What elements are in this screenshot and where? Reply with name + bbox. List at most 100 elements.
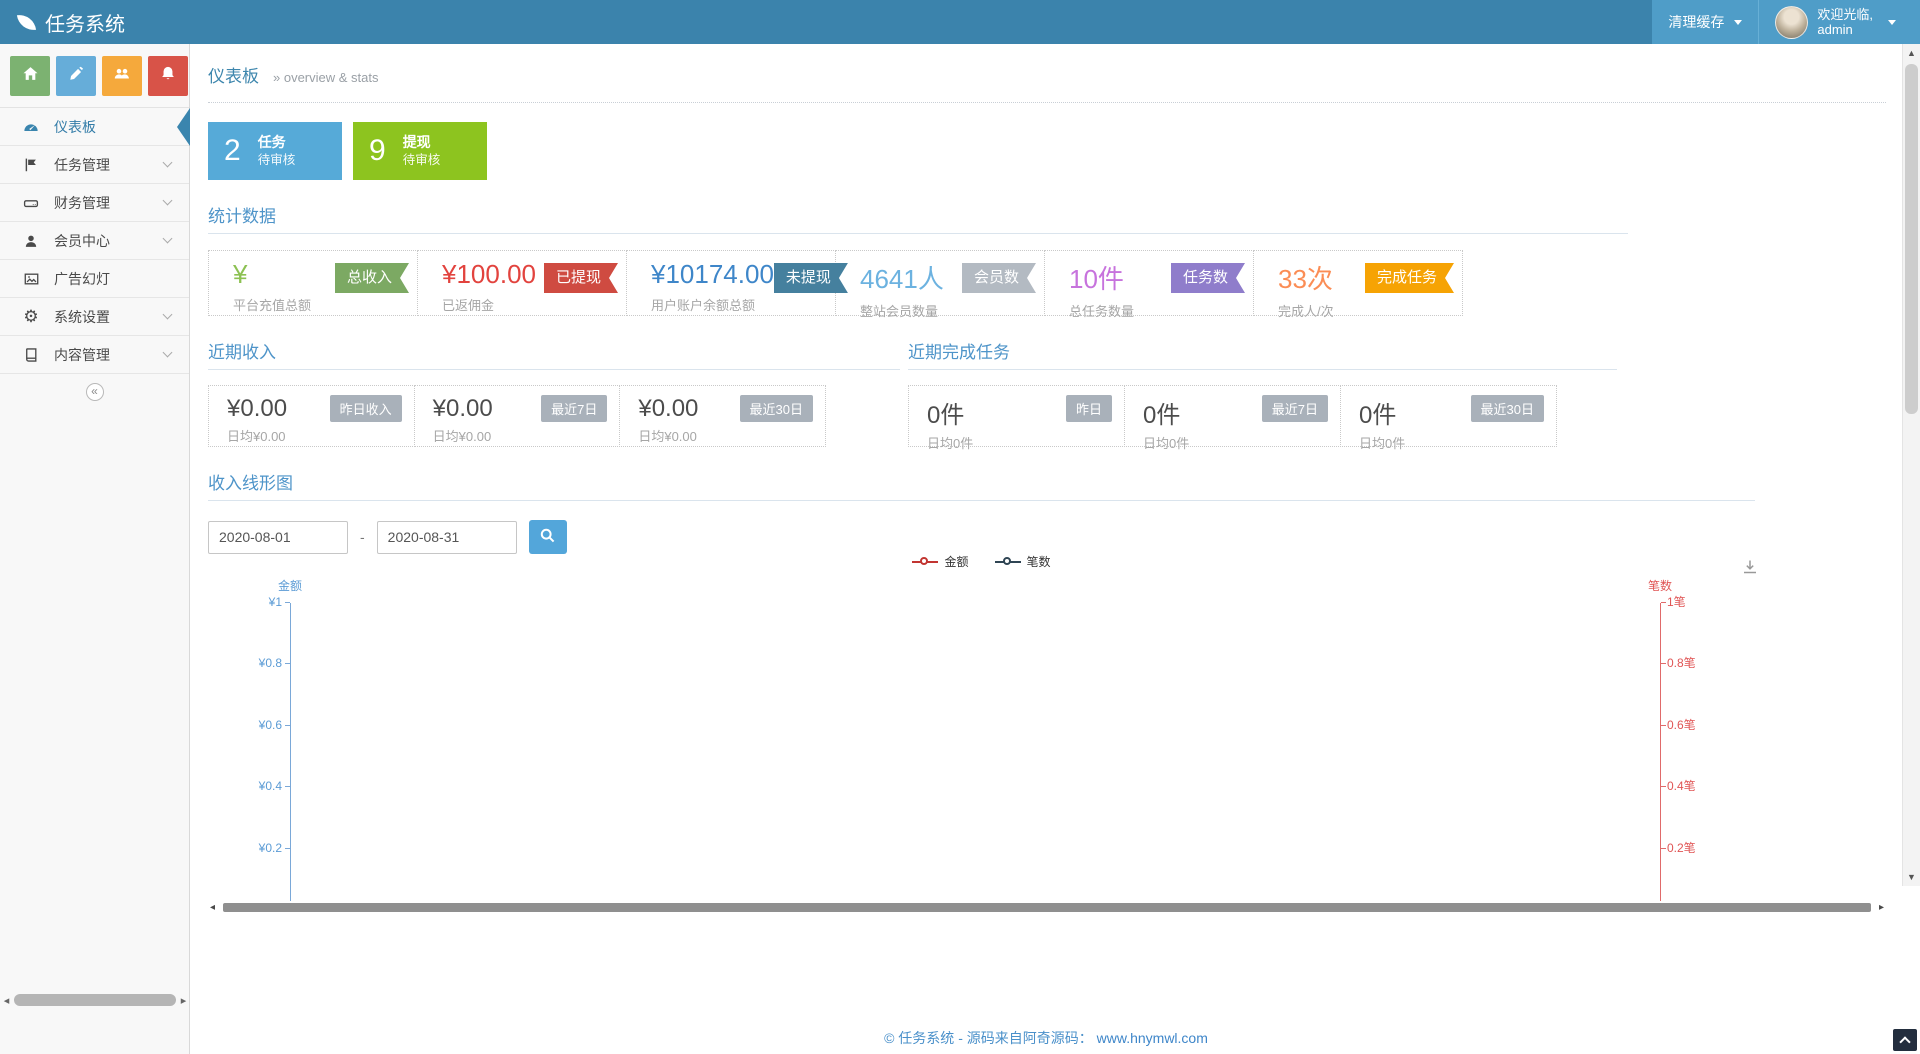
section-title-income-chart: 收入线形图	[208, 469, 1886, 494]
stat-badge: 总收入	[335, 263, 409, 293]
income-card-7days: ¥0.00 最近7日 日均¥0.00	[414, 385, 621, 447]
date-from-input[interactable]	[208, 521, 348, 554]
copyright-text: © 任务系统 - 源码来自阿奇源码：	[884, 1030, 1093, 1046]
caret-down-icon	[1888, 20, 1896, 25]
chevron-down-icon	[163, 310, 173, 320]
income-average: 日均¥0.00	[433, 426, 608, 445]
right-axis-tick: 0.8笔	[1667, 655, 1696, 671]
username: admin	[1817, 22, 1852, 37]
date-range-separator: -	[360, 529, 365, 545]
tick-mark	[285, 725, 290, 726]
user-menu[interactable]: 欢迎光临, admin	[1759, 0, 1920, 44]
tick-mark	[1661, 848, 1666, 849]
quick-home-button[interactable]	[10, 56, 50, 96]
breadcrumb: 仪表板 » overview & stats	[208, 62, 1886, 87]
sidebar-item-members[interactable]: 会员中心	[0, 222, 189, 260]
tick-mark	[285, 786, 290, 787]
quick-notifications-button[interactable]	[148, 56, 188, 96]
scroll-right-icon[interactable]: ▸	[179, 994, 188, 1007]
pending-tasks-count: 2	[224, 134, 241, 168]
search-icon	[539, 527, 556, 547]
scroll-left-icon[interactable]: ◂	[2, 994, 11, 1007]
stat-value: ¥	[233, 259, 311, 290]
task-badge: 最近30日	[1471, 395, 1544, 422]
left-axis-title: 金额	[260, 577, 320, 594]
app-logo[interactable]: 任务系统	[0, 0, 125, 44]
section-divider	[208, 233, 1628, 234]
income-average: 日均¥0.00	[227, 426, 402, 445]
sidebar-collapse-button[interactable]: «	[86, 383, 104, 401]
breadcrumb-current[interactable]: 仪表板	[208, 62, 259, 87]
income-average: 日均¥0.00	[638, 426, 813, 445]
section-divider	[208, 500, 1755, 501]
drive-icon	[22, 195, 40, 211]
date-to-input[interactable]	[377, 521, 517, 554]
recent-tasks-section: 近期完成任务 0件 昨日 日均0件 0件 最近7日 日均0件	[908, 338, 1617, 447]
download-chart-icon[interactable]	[1742, 559, 1758, 580]
pencil-icon	[68, 66, 84, 87]
sidebar-item-content[interactable]: 内容管理	[0, 336, 189, 374]
legend-label: 金额	[944, 553, 968, 570]
content-horizontal-scrollbar[interactable]: ◂ ▸	[208, 901, 1886, 913]
task-badge: 昨日	[1066, 395, 1112, 422]
pending-withdrawals-label: 提现 待审核	[403, 134, 441, 169]
section-title-recent-income: 近期收入	[208, 338, 900, 363]
scrollbar-thumb[interactable]	[14, 994, 176, 1006]
header-right: 清理缓存 欢迎光临, admin	[1652, 0, 1920, 44]
task-cards: 0件 昨日 日均0件 0件 最近7日 日均0件 0件 最近30日	[908, 385, 1557, 447]
section-divider	[208, 369, 900, 370]
app-title: 任务系统	[45, 8, 125, 37]
pending-tasks-tile[interactable]: 2 任务 待审核	[208, 122, 342, 180]
scroll-right-icon[interactable]: ▸	[1877, 902, 1886, 913]
task-card-7days: 0件 最近7日 日均0件	[1124, 385, 1341, 447]
sidebar-item-dashboard[interactable]: 仪表板	[0, 108, 189, 146]
sidebar-horizontal-scrollbar[interactable]: ◂ ▸	[0, 992, 190, 1008]
income-badge: 昨日收入	[330, 395, 402, 422]
sidebar-item-label: 会员中心	[54, 231, 110, 251]
stat-card-withdrawn: ¥100.00 已返佣金 已提现	[417, 250, 627, 316]
clear-cache-button[interactable]: 清理缓存	[1652, 0, 1759, 44]
stat-badge: 已提现	[544, 263, 618, 293]
clear-cache-label: 清理缓存	[1668, 12, 1724, 32]
tick-mark	[285, 602, 290, 603]
sidebar-item-label: 系统设置	[54, 307, 110, 327]
legend-item-count[interactable]: 笔数	[995, 553, 1051, 570]
stat-label: 整站会员数量	[860, 301, 944, 320]
stat-value: 4641人	[860, 259, 944, 296]
footer-link[interactable]: www.hnymwl.com	[1097, 1030, 1208, 1046]
scrollbar-thumb[interactable]	[223, 903, 1871, 912]
scroll-down-icon[interactable]: ▼	[1903, 872, 1920, 882]
left-axis-tick: ¥0.6	[208, 717, 282, 733]
scroll-up-icon[interactable]: ▲	[1903, 48, 1920, 58]
back-to-top-button[interactable]	[1893, 1029, 1917, 1051]
sidebar-item-label: 广告幻灯	[54, 269, 110, 289]
scrollbar-thumb[interactable]	[1905, 64, 1918, 414]
sidebar-item-label: 任务管理	[54, 155, 110, 175]
task-card-yesterday: 0件 昨日 日均0件	[908, 385, 1125, 447]
sidebar-item-settings[interactable]: ⚙ 系统设置	[0, 298, 189, 336]
search-button[interactable]	[529, 520, 567, 554]
pending-withdrawals-tile[interactable]: 9 提现 待审核	[353, 122, 487, 180]
legend-item-amount[interactable]: 金额	[912, 553, 968, 570]
welcome-text: 欢迎光临, admin	[1817, 7, 1873, 37]
chevron-down-icon	[163, 158, 173, 168]
tick-mark	[285, 848, 290, 849]
task-value: 0件	[1359, 395, 1396, 430]
scroll-left-icon[interactable]: ◂	[208, 902, 217, 913]
caret-down-icon	[1734, 20, 1742, 25]
chart-legend: 金额 笔数	[208, 553, 1755, 570]
right-axis-tick: 0.2笔	[1667, 840, 1696, 856]
quick-members-button[interactable]	[102, 56, 142, 96]
chart-date-controls: -	[208, 520, 1886, 554]
left-axis-tick: ¥0.2	[208, 840, 282, 856]
sidebar-item-tasks[interactable]: 任务管理	[0, 146, 189, 184]
window-vertical-scrollbar[interactable]: ▲ ▼	[1902, 44, 1920, 886]
income-value: ¥0.00	[227, 395, 287, 423]
sidebar-item-banners[interactable]: 广告幻灯	[0, 260, 189, 298]
sidebar-item-finance[interactable]: 财务管理	[0, 184, 189, 222]
image-icon	[22, 271, 40, 287]
active-arrow-icon	[177, 108, 190, 146]
footer: © 任务系统 - 源码来自阿奇源码： www.hnymwl.com	[190, 1028, 1902, 1048]
quick-edit-button[interactable]	[56, 56, 96, 96]
breadcrumb-trail: » overview & stats	[273, 70, 379, 85]
